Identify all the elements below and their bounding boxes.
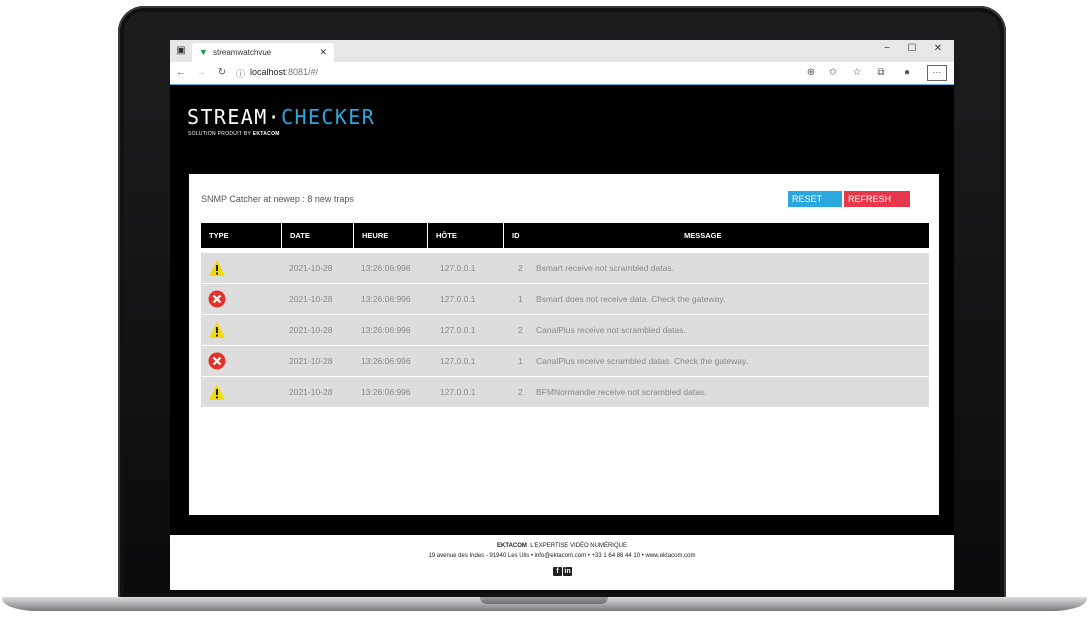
read-aloud-icon[interactable]: ✩ bbox=[826, 66, 840, 80]
col-date[interactable]: DATE bbox=[281, 223, 353, 248]
minimize-icon[interactable]: − bbox=[877, 43, 897, 54]
cell-date: 2021-10-28 bbox=[289, 356, 333, 366]
cell-message: Bsmart receive not scrambled datas. bbox=[536, 263, 674, 273]
cell-date: 2021-10-28 bbox=[289, 294, 333, 304]
footer-contact-line: 19 avenue des Indes - 91940 Les Ulis • i… bbox=[428, 553, 696, 559]
url-path: :8081/#/ bbox=[285, 67, 319, 77]
facebook-icon[interactable]: f bbox=[553, 567, 562, 576]
tab-close-icon[interactable]: ✕ bbox=[319, 47, 327, 58]
col-type[interactable]: TYPE bbox=[201, 223, 289, 248]
laptop-notch bbox=[480, 597, 608, 604]
cell-id: 1 bbox=[518, 356, 523, 366]
panel-title: SNMP Catcher at newep : 8 new traps bbox=[201, 194, 354, 204]
screen: ▣ ▼ streamwatchvue ✕ − ☐ ✕ ← → ↻ ⓘ local… bbox=[170, 40, 954, 590]
cell-time: 13:26:06:996 bbox=[361, 263, 411, 273]
collections-icon[interactable]: ⧉ bbox=[874, 66, 888, 80]
cell-id: 2 bbox=[518, 387, 523, 397]
traps-panel: SNMP Catcher at newep : 8 new traps RESE… bbox=[189, 174, 939, 515]
browser-tab[interactable]: ▼ streamwatchvue ✕ bbox=[192, 43, 334, 62]
tab-actions-icon[interactable]: ▣ bbox=[175, 45, 187, 57]
table-row[interactable]: 2021-10-28 13:26:06:996 127.0.0.1 2 BFMN… bbox=[201, 377, 929, 407]
close-window-icon[interactable]: ✕ bbox=[928, 43, 948, 54]
footer: EKTACOM L'EXPERTISE VIDÉO NUMÉRIQUE 19 a… bbox=[170, 535, 954, 590]
cell-host: 127.0.0.1 bbox=[440, 356, 476, 366]
cell-message: CanalPlus receive not scrambled datas. bbox=[536, 325, 686, 335]
cell-id: 1 bbox=[518, 294, 523, 304]
more-menu-icon[interactable]: ··· bbox=[927, 65, 947, 81]
col-heure[interactable]: HEURE bbox=[353, 223, 425, 248]
warning-icon bbox=[209, 384, 225, 400]
logo-subtitle: SOLUTION PRODUIT BY EKTACOM bbox=[188, 131, 280, 137]
col-message[interactable]: MESSAGE bbox=[676, 223, 784, 248]
table-header: TYPE DATE HEURE HÔTE ID MESSAGE bbox=[201, 223, 929, 248]
cell-message: Bsmart does not receive data. Check the … bbox=[536, 294, 726, 304]
warning-icon bbox=[209, 260, 225, 276]
app-logo: STREAM·CHECKER bbox=[187, 105, 376, 129]
cell-message: CanalPlus receive scrambled datas. Check… bbox=[536, 356, 748, 366]
maximize-icon[interactable]: ☐ bbox=[902, 43, 922, 54]
browser-toolbar: ← → ↻ ⓘ localhost:8081/#/ ⊕ ✩ ☆ ⧉ ● ··· bbox=[170, 62, 954, 85]
cell-id: 2 bbox=[518, 263, 523, 273]
col-id[interactable]: ID bbox=[503, 223, 672, 248]
footer-brand-line: EKTACOM L'EXPERTISE VIDÉO NUMÉRIQUE bbox=[497, 543, 627, 549]
col-hote[interactable]: HÔTE bbox=[427, 223, 499, 248]
error-icon bbox=[208, 290, 226, 308]
cell-time: 13:26:06:996 bbox=[361, 356, 411, 366]
favorites-icon[interactable]: ☆ bbox=[850, 66, 864, 80]
cell-message: BFMNormandie receive not scrambled datas… bbox=[536, 387, 707, 397]
cell-host: 127.0.0.1 bbox=[440, 325, 476, 335]
table-row[interactable]: 2021-10-28 13:26:06:996 127.0.0.1 1 Bsma… bbox=[201, 284, 929, 314]
zoom-icon[interactable]: ⊕ bbox=[804, 66, 818, 80]
profile-icon[interactable]: ● bbox=[900, 66, 914, 80]
cell-host: 127.0.0.1 bbox=[440, 387, 476, 397]
refresh-button[interactable]: REFRESH bbox=[844, 191, 910, 207]
linkedin-icon[interactable]: in bbox=[563, 567, 572, 576]
cell-date: 2021-10-28 bbox=[289, 325, 333, 335]
url-host: localhost bbox=[250, 67, 286, 77]
cell-time: 13:26:06:996 bbox=[361, 387, 411, 397]
tab-strip: ▣ ▼ streamwatchvue ✕ − ☐ ✕ bbox=[170, 40, 954, 62]
warning-icon bbox=[209, 322, 225, 338]
cell-host: 127.0.0.1 bbox=[440, 263, 476, 273]
cell-date: 2021-10-28 bbox=[289, 387, 333, 397]
cell-date: 2021-10-28 bbox=[289, 263, 333, 273]
cell-id: 2 bbox=[518, 325, 523, 335]
social-links: f in bbox=[553, 566, 573, 576]
app-page: STREAM·CHECKER SOLUTION PRODUIT BY EKTAC… bbox=[170, 85, 954, 590]
cell-time: 13:26:06:996 bbox=[361, 325, 411, 335]
favicon-icon: ▼ bbox=[199, 47, 208, 57]
site-info-icon[interactable]: ⓘ bbox=[236, 67, 245, 80]
reset-button[interactable]: RESET bbox=[788, 191, 842, 207]
forward-icon[interactable]: → bbox=[194, 66, 208, 80]
back-icon[interactable]: ← bbox=[174, 66, 188, 80]
table-row[interactable]: 2021-10-28 13:26:06:996 127.0.0.1 2 Bsma… bbox=[201, 253, 929, 283]
address-bar[interactable]: ⓘ localhost:8081/#/ bbox=[236, 67, 319, 79]
table-row[interactable]: 2021-10-28 13:26:06:996 127.0.0.1 2 Cana… bbox=[201, 315, 929, 345]
error-icon bbox=[208, 352, 226, 370]
reload-icon[interactable]: ↻ bbox=[215, 66, 229, 80]
cell-host: 127.0.0.1 bbox=[440, 294, 476, 304]
cell-time: 13:26:06:996 bbox=[361, 294, 411, 304]
table-row[interactable]: 2021-10-28 13:26:06:996 127.0.0.1 1 Cana… bbox=[201, 346, 929, 376]
tab-title: streamwatchvue bbox=[213, 48, 272, 57]
